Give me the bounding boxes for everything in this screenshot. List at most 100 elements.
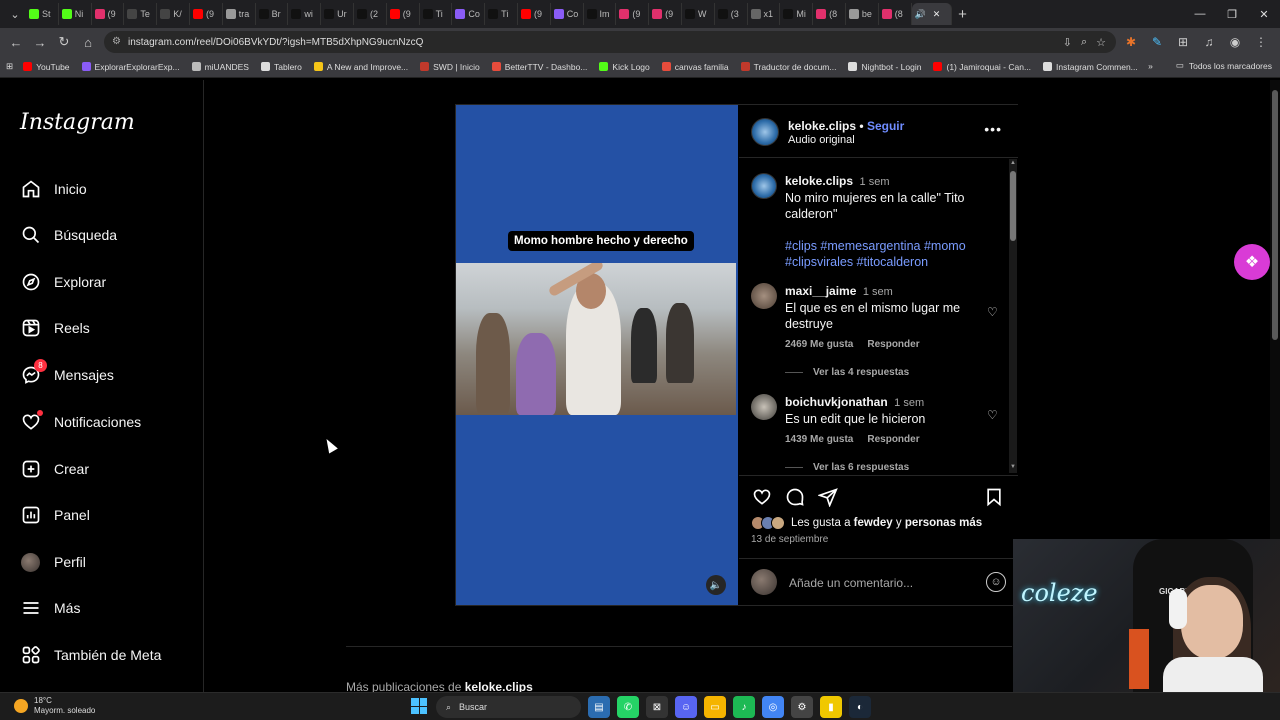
reply-button[interactable]: Responder bbox=[867, 339, 919, 350]
browser-tab[interactable]: Ti bbox=[485, 3, 518, 25]
browser-tab[interactable]: Ur bbox=[321, 3, 354, 25]
comment-likes[interactable]: 2469 Me gusta bbox=[785, 339, 853, 350]
commenter-avatar[interactable] bbox=[751, 394, 777, 420]
instagram-logo[interactable]: Instagram bbox=[20, 110, 135, 135]
browser-tab[interactable]: (3 bbox=[715, 3, 748, 25]
more-options-icon[interactable]: ••• bbox=[984, 121, 1002, 137]
scroll-up-icon[interactable]: ▲ bbox=[1010, 160, 1016, 166]
scroll-down-icon[interactable]: ▼ bbox=[1010, 464, 1016, 470]
browser-tab[interactable]: K/ bbox=[157, 3, 190, 25]
like-heart-icon[interactable] bbox=[751, 486, 773, 508]
comment-like-icon[interactable]: ♡ bbox=[987, 305, 998, 319]
active-tab[interactable]: 🔊 ✕ bbox=[911, 3, 952, 25]
url-bar[interactable]: ⚙ instagram.com/reel/DOi06BVkYDt/?igsh=M… bbox=[104, 31, 1116, 53]
share-send-icon[interactable] bbox=[817, 486, 839, 508]
browser-tab[interactable]: wi bbox=[288, 3, 322, 25]
install-icon[interactable]: ⇩ bbox=[1063, 36, 1072, 49]
comment-username[interactable]: maxi__jaime bbox=[785, 284, 856, 298]
comments-scrollbar[interactable]: ▲ ▼ bbox=[1009, 159, 1017, 473]
view-replies[interactable]: Ver las 4 respuestas bbox=[785, 367, 909, 378]
browser-tab[interactable]: St bbox=[26, 3, 59, 25]
discord-icon[interactable]: ☺ bbox=[675, 696, 697, 718]
bookmark-item[interactable]: miUANDES bbox=[191, 62, 249, 72]
browser-tab[interactable]: tra bbox=[223, 3, 256, 25]
bookmark-item[interactable]: YouTube bbox=[23, 62, 70, 72]
extension-translate-icon[interactable]: ✎ bbox=[1146, 30, 1168, 54]
bookmark-item[interactable]: canvas familia bbox=[661, 62, 729, 72]
comment-icon[interactable] bbox=[784, 486, 806, 508]
browser-tab[interactable]: Co bbox=[551, 3, 584, 25]
browser-tab[interactable]: (9 bbox=[518, 3, 551, 25]
browser-tab[interactable]: be bbox=[846, 3, 879, 25]
sidebar-item-panel[interactable]: Panel bbox=[20, 503, 90, 527]
steam-icon[interactable]: ◐ bbox=[849, 696, 871, 718]
browser-tab[interactable]: (9 bbox=[387, 3, 420, 25]
browser-tab[interactable]: x1 bbox=[748, 3, 781, 25]
settings-gear-icon[interactable]: ⚙ bbox=[791, 696, 813, 718]
bookmark-star-icon[interactable]: ☆ bbox=[1096, 36, 1106, 49]
browser-tab[interactable]: (9 bbox=[92, 3, 125, 25]
floating-extension-icon[interactable]: ❖ bbox=[1234, 244, 1270, 280]
follow-button[interactable]: Seguir bbox=[867, 119, 904, 133]
apps-grid-icon[interactable]: ⊞ bbox=[6, 61, 13, 72]
extension-fox-icon[interactable]: ✱ bbox=[1120, 30, 1142, 54]
media-control-icon[interactable]: ♫ bbox=[1198, 30, 1220, 54]
likes-more[interactable]: personas más bbox=[905, 517, 982, 529]
sidebar-item-busqueda[interactable]: Búsqueda bbox=[20, 223, 117, 247]
bookmark-item[interactable]: (1) Jamiroquai - Can... bbox=[933, 62, 1031, 72]
new-tab-button[interactable]: + bbox=[952, 6, 974, 23]
xbox-icon[interactable]: ⊠ bbox=[646, 696, 668, 718]
bookmark-item[interactable]: Tablero bbox=[260, 62, 302, 72]
tab-search-icon[interactable]: ⌄ bbox=[4, 4, 26, 24]
notes-app-icon[interactable]: ▤ bbox=[588, 696, 610, 718]
bookmark-item[interactable]: Instagram Commen... bbox=[1043, 62, 1138, 72]
sidebar-item-explorar[interactable]: Explorar bbox=[20, 270, 106, 294]
sidebar-item-reels[interactable]: Reels bbox=[20, 316, 90, 340]
bookmark-item[interactable]: BetterTTV - Dashbo... bbox=[491, 62, 587, 72]
browser-tab[interactable]: Mi bbox=[780, 3, 814, 25]
comment-username[interactable]: boichuvkjonathan bbox=[785, 395, 888, 409]
mute-icon[interactable]: 🔈 bbox=[706, 575, 726, 595]
comment-placeholder[interactable]: Añade un comentario... bbox=[789, 576, 913, 590]
caption-hashtags[interactable]: #clips #memesargentina #momo #clipsviral… bbox=[785, 239, 966, 269]
browser-tab[interactable]: (9 bbox=[190, 3, 223, 25]
close-window-icon[interactable]: ✕ bbox=[1248, 0, 1280, 28]
commenter-avatar[interactable] bbox=[751, 283, 777, 309]
sidebar-item-mensajes[interactable]: 8 Mensajes bbox=[20, 358, 114, 387]
browser-tab[interactable]: (9 bbox=[616, 3, 650, 25]
likes-summary[interactable]: Les gusta a fewdey y personas más bbox=[751, 516, 982, 530]
caption-username[interactable]: keloke.clips bbox=[785, 174, 853, 188]
reply-button[interactable]: Responder bbox=[867, 434, 919, 445]
bookmark-item[interactable]: Traductor de docum... bbox=[740, 62, 836, 72]
audio-label[interactable]: Audio original bbox=[788, 134, 855, 146]
emoji-icon[interactable]: ☺ bbox=[986, 572, 1006, 592]
back-icon[interactable]: ← bbox=[4, 30, 28, 54]
sidebar-item-crear[interactable]: Crear bbox=[20, 457, 89, 481]
close-tab-icon[interactable]: ✕ bbox=[933, 9, 941, 20]
extensions-puzzle-icon[interactable]: ⊞ bbox=[1172, 30, 1194, 54]
reel-video[interactable]: Momo hombre hecho y derecho 🔈 bbox=[456, 105, 738, 605]
bookmark-item[interactable]: SWD | Inicio bbox=[420, 62, 480, 72]
sidebar-item-inicio[interactable]: Inicio bbox=[20, 177, 87, 201]
windows-start-icon[interactable] bbox=[411, 698, 427, 714]
whatsapp-icon[interactable]: ✆ bbox=[617, 696, 639, 718]
caption-avatar[interactable] bbox=[751, 173, 777, 199]
spotify-icon[interactable]: ♪ bbox=[733, 696, 755, 718]
view-replies[interactable]: Ver las 6 respuestas bbox=[785, 462, 909, 473]
bookmark-item[interactable]: A New and Improve... bbox=[313, 62, 408, 72]
browser-tab[interactable]: (8 bbox=[879, 3, 912, 25]
add-comment-field[interactable]: Añade un comentario... ☺ bbox=[739, 558, 1018, 604]
browser-tab[interactable]: W bbox=[682, 3, 715, 25]
comment-like-icon[interactable]: ♡ bbox=[987, 408, 998, 422]
browser-tab[interactable]: Co bbox=[452, 3, 486, 25]
taskbar-search[interactable]: ⌕ Buscar bbox=[436, 696, 581, 718]
author-avatar[interactable] bbox=[751, 118, 779, 146]
zoom-icon[interactable]: ⌕ bbox=[1081, 36, 1087, 49]
save-bookmark-icon[interactable] bbox=[983, 486, 1005, 508]
reload-icon[interactable]: ↻ bbox=[52, 30, 76, 54]
page-scroll-thumb[interactable] bbox=[1272, 90, 1278, 340]
browser-tab[interactable]: (2 bbox=[354, 3, 387, 25]
site-info-icon[interactable]: ⚙ bbox=[112, 36, 121, 47]
browser-tab[interactable]: Te bbox=[124, 3, 158, 25]
home-page-icon[interactable]: ⌂ bbox=[76, 30, 100, 54]
